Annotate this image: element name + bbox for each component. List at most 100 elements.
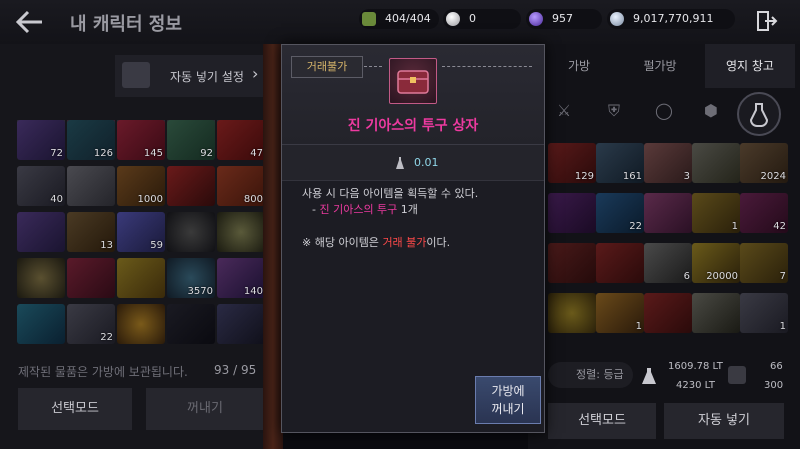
potion-icon bbox=[749, 103, 769, 127]
trade-note-suffix: 이다. bbox=[426, 236, 451, 249]
chest-icon bbox=[122, 62, 150, 88]
right-select-mode-button[interactable]: 선택모드 bbox=[548, 403, 656, 439]
item-slot[interactable] bbox=[17, 258, 65, 298]
item-slot[interactable]: 42 bbox=[740, 193, 788, 233]
item-slot[interactable]: 22 bbox=[596, 193, 644, 233]
item-slot[interactable]: 800 bbox=[217, 166, 265, 206]
item-slot[interactable]: 13 bbox=[67, 212, 115, 252]
item-count: 40 bbox=[50, 194, 63, 205]
item-slot[interactable] bbox=[17, 212, 65, 252]
slots-current: 66 bbox=[770, 361, 783, 372]
left-item-grid: 898 373 578 325 23 72 126 145 92 47 40 1… bbox=[17, 120, 265, 352]
item-slot[interactable]: 1 bbox=[596, 293, 644, 333]
item-count: 161 bbox=[622, 171, 642, 182]
tab-bag[interactable]: 가방 bbox=[548, 44, 610, 88]
tab-pearl-bag[interactable]: 펄가방 bbox=[618, 44, 702, 88]
item-slot[interactable] bbox=[644, 193, 692, 233]
gem-value: 957 bbox=[552, 12, 573, 25]
shield-icon[interactable]: ⬢ bbox=[697, 97, 725, 125]
item-slot[interactable]: 3570 bbox=[167, 258, 215, 298]
item-slot[interactable] bbox=[167, 304, 215, 344]
reward-item-name: 진 기아스의 투구 bbox=[319, 203, 398, 216]
item-reward-line: - 진 기아스의 투구 1개 bbox=[312, 201, 418, 217]
item-slot[interactable] bbox=[167, 212, 215, 252]
item-count: 7 bbox=[779, 271, 786, 282]
top-bar: 내 캐릭터 정보 404/404 0 957 9,017,770,911 bbox=[0, 0, 800, 44]
left-takeout-button[interactable]: 꺼내기 bbox=[146, 388, 264, 430]
item-slot[interactable]: 6 bbox=[644, 243, 692, 283]
item-count: 126 bbox=[93, 148, 113, 159]
item-count: 59 bbox=[150, 240, 163, 251]
right-item-grid: 129 161 3 2024 22 1 42 6 20000 7 1 1 bbox=[548, 143, 788, 353]
silver-icon bbox=[610, 12, 624, 26]
item-count: 13 bbox=[100, 240, 113, 251]
weight-current: 1609.78 LT bbox=[668, 361, 723, 372]
item-slot[interactable]: 7 bbox=[740, 243, 788, 283]
item-slot[interactable] bbox=[67, 166, 115, 206]
item-name: 진 기아스의 투구 상자 bbox=[347, 118, 479, 134]
item-slot[interactable]: 22 bbox=[67, 304, 115, 344]
chevron-right-icon: › bbox=[252, 64, 259, 83]
item-slot[interactable] bbox=[692, 293, 740, 333]
item-slot[interactable]: 140 bbox=[217, 258, 265, 298]
item-slot[interactable] bbox=[548, 193, 596, 233]
item-slot[interactable] bbox=[548, 243, 596, 283]
bag-icon bbox=[728, 366, 746, 384]
item-slot[interactable] bbox=[548, 293, 596, 333]
auto-store-settings-label: 자동 넣기 설정 bbox=[170, 70, 244, 84]
item-count: 2024 bbox=[760, 171, 786, 182]
item-slot[interactable] bbox=[117, 304, 165, 344]
item-slot[interactable]: 1 bbox=[692, 193, 740, 233]
item-slot[interactable] bbox=[167, 166, 215, 206]
item-slot[interactable]: 1000 bbox=[117, 166, 165, 206]
stored-items-count: 93 / 95 bbox=[214, 363, 257, 377]
item-count: 3570 bbox=[187, 286, 213, 297]
item-slot[interactable] bbox=[644, 293, 692, 333]
gem-icon bbox=[529, 12, 543, 26]
weight-icon bbox=[640, 366, 658, 386]
item-slot[interactable]: 20000 bbox=[692, 243, 740, 283]
item-slot[interactable] bbox=[217, 212, 265, 252]
item-slot[interactable] bbox=[217, 304, 265, 344]
item-count: 800 bbox=[243, 194, 263, 205]
tab-territory-storage[interactable]: 영지 창고 bbox=[705, 44, 795, 88]
item-slot[interactable]: 1 bbox=[740, 293, 788, 333]
item-slot[interactable]: 40 bbox=[17, 166, 65, 206]
trade-note-prefix: ※ 해당 아이템은 bbox=[302, 236, 383, 249]
stamina-display: 404/404 bbox=[359, 9, 439, 29]
item-slot[interactable]: 2024 bbox=[740, 143, 788, 183]
item-slot[interactable]: 145 bbox=[117, 120, 165, 160]
item-slot[interactable] bbox=[117, 258, 165, 298]
armor-icon[interactable]: ⛨ bbox=[600, 97, 628, 125]
item-slot[interactable] bbox=[692, 143, 740, 183]
gem-display: 957 bbox=[526, 9, 602, 29]
exit-door-icon[interactable] bbox=[756, 10, 778, 32]
item-slot[interactable]: 72 bbox=[17, 120, 65, 160]
ring-icon[interactable]: ◯ bbox=[650, 97, 678, 125]
item-slot[interactable] bbox=[17, 304, 65, 344]
item-slot[interactable]: 92 bbox=[167, 120, 215, 160]
move-to-bag-label-2: 꺼내기 bbox=[491, 402, 525, 416]
left-select-mode-button[interactable]: 선택모드 bbox=[18, 388, 132, 430]
item-count: 22 bbox=[629, 221, 642, 232]
item-slot[interactable] bbox=[596, 243, 644, 283]
weight-max: 4230 LT bbox=[676, 380, 715, 391]
right-auto-store-button[interactable]: 자동 넣기 bbox=[664, 403, 784, 439]
item-count: 92 bbox=[200, 148, 213, 159]
item-weight: 0.01 bbox=[414, 156, 439, 169]
item-slot[interactable]: 3 bbox=[644, 143, 692, 183]
item-slot[interactable]: 126 bbox=[67, 120, 115, 160]
item-slot[interactable]: 129 bbox=[548, 143, 596, 183]
page-title: 내 캐릭터 정보 bbox=[70, 14, 182, 35]
move-to-bag-button[interactable]: 가방에 꺼내기 bbox=[475, 376, 541, 424]
move-to-bag-label-1: 가방에 bbox=[491, 384, 525, 398]
item-slot[interactable]: 59 bbox=[117, 212, 165, 252]
back-arrow-icon[interactable] bbox=[14, 8, 44, 36]
stored-items-note: 제작된 물품은 가방에 보관됩니다. bbox=[18, 365, 188, 379]
item-slot[interactable] bbox=[67, 258, 115, 298]
sort-dropdown[interactable]: 정렬: 등급 bbox=[548, 362, 633, 388]
item-slot[interactable]: 47 bbox=[217, 120, 265, 160]
potion-filter-button[interactable] bbox=[737, 92, 781, 136]
crossed-swords-icon[interactable]: ⚔ bbox=[550, 97, 578, 125]
item-slot[interactable]: 161 bbox=[596, 143, 644, 183]
